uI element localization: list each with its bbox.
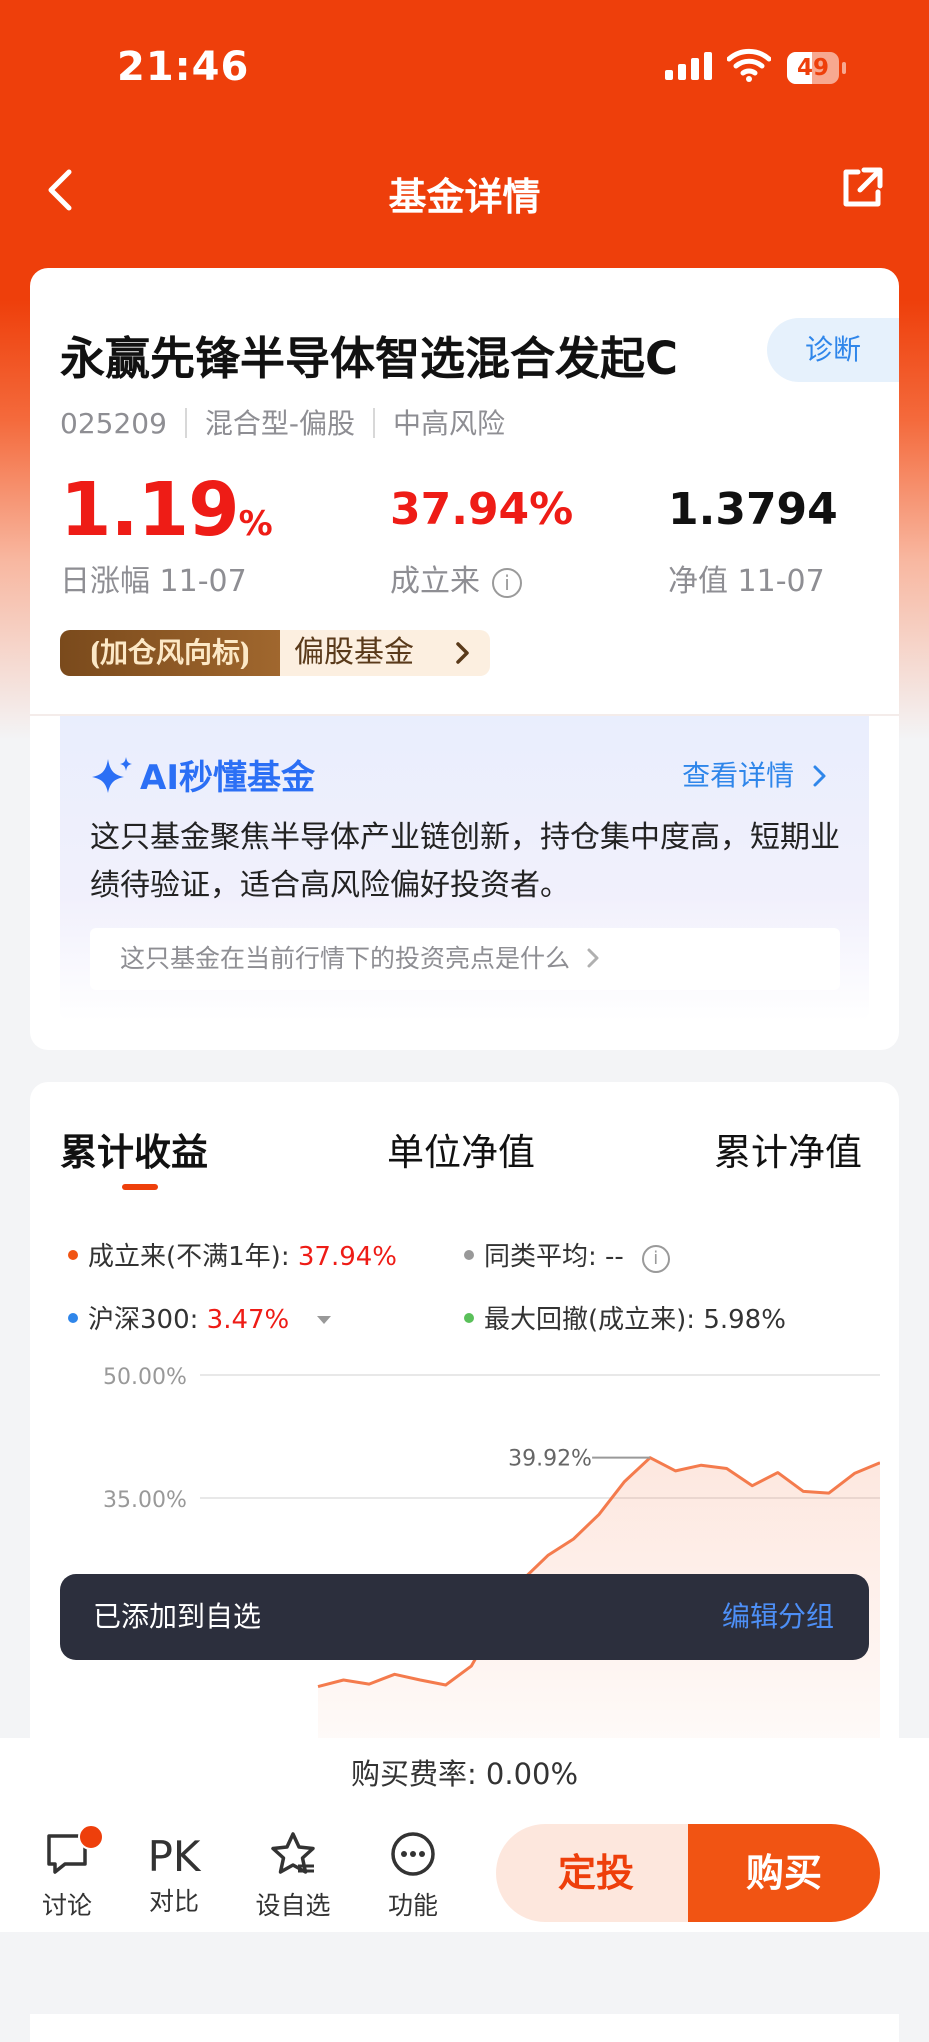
fund-meta: 025209 混合型-偏股 中高风险 bbox=[60, 402, 505, 442]
page-title: 基金详情 bbox=[388, 175, 541, 219]
functions-button[interactable]: 功能 bbox=[368, 1830, 458, 1922]
star-icon bbox=[271, 1832, 315, 1874]
ai-title: AI秒懂基金 bbox=[90, 750, 315, 799]
y-tick-label: 35.00% bbox=[103, 1488, 187, 1513]
more-icon bbox=[391, 1832, 435, 1876]
edit-group-button[interactable]: 编辑分组 bbox=[722, 1574, 834, 1660]
fund-code: 025209 bbox=[60, 407, 167, 440]
daily-change-label: 日涨幅 11-07 bbox=[60, 564, 247, 599]
since-inception-label: 成立来 bbox=[390, 564, 480, 599]
cellular-signal-icon bbox=[665, 52, 712, 80]
fund-risk: 中高风险 bbox=[393, 407, 506, 440]
ai-question-suggestion[interactable]: 这只基金在当前行情下的投资亮点是什么 bbox=[90, 928, 840, 990]
nav-label: 净值 11-07 bbox=[668, 564, 825, 599]
status-bar: 21:46 49 bbox=[0, 0, 929, 130]
buy-button[interactable]: 购买 bbox=[688, 1824, 880, 1922]
battery-level: 49 bbox=[796, 55, 829, 81]
tab-cumulative-return[interactable]: 累计收益 bbox=[60, 1122, 208, 1176]
wifi-icon bbox=[727, 48, 771, 82]
home-indicator-area bbox=[0, 1932, 929, 2014]
peak-label: 39.92% bbox=[508, 1447, 592, 1472]
diagnose-button[interactable]: 诊断 bbox=[767, 318, 899, 382]
tab-unit-nav[interactable]: 单位净值 bbox=[387, 1122, 535, 1176]
chevron-right-icon bbox=[587, 948, 599, 968]
daily-change-unit: % bbox=[238, 504, 273, 544]
bottom-action-bar: 讨论 PK 对比 设自选 功能 定投 购买 bbox=[0, 1810, 929, 1932]
toast: 已添加到自选 编辑分组 bbox=[60, 1574, 869, 1660]
return-chart[interactable]: 50.00% 35.00% 39.92% bbox=[60, 1362, 880, 1738]
legend-hs300[interactable]: 沪深300: 3.47% bbox=[68, 1299, 332, 1336]
sip-button[interactable]: 定投 bbox=[496, 1824, 696, 1922]
toast-message: 已添加到自选 bbox=[93, 1600, 262, 1633]
compare-button[interactable]: PK 对比 bbox=[129, 1830, 219, 1918]
tag-text: 偏股基金 bbox=[280, 630, 490, 676]
purchase-fee: 购买费率: 0.00% bbox=[0, 1738, 929, 1811]
notification-dot bbox=[78, 1824, 104, 1850]
battery-icon: 49 bbox=[787, 52, 839, 84]
caret-down-icon bbox=[316, 1316, 331, 1324]
y-tick-label: 50.00% bbox=[103, 1365, 187, 1390]
info-icon[interactable]: i bbox=[492, 568, 522, 598]
sparkle-icon bbox=[92, 757, 132, 793]
legend-peer-average: 同类平均: -- i bbox=[464, 1236, 670, 1273]
since-inception-stat: 37.94% 成立来 i bbox=[390, 468, 573, 600]
info-icon[interactable]: i bbox=[641, 1245, 670, 1273]
add-watchlist-button[interactable]: 设自选 bbox=[248, 1830, 338, 1922]
pk-icon: PK bbox=[147, 1832, 201, 1881]
ai-summary-box: AI秒懂基金 查看详情 这只基金聚焦半导体产业链创新，持仓集中度高，短期业绩待验… bbox=[60, 716, 869, 1021]
legend-max-drawdown: 最大回撤(成立来): 5.98% bbox=[464, 1299, 786, 1336]
since-inception-value: 37.94% bbox=[390, 484, 574, 535]
legend-since-inception: 成立来(不满1年): 37.94% bbox=[68, 1236, 397, 1273]
tag-badge: ⦗加仓风向标⦘ bbox=[60, 630, 280, 676]
nav-value: 1.3794 bbox=[668, 484, 838, 535]
active-tab-indicator bbox=[122, 1184, 158, 1190]
share-icon[interactable] bbox=[838, 164, 886, 212]
tab-cumulative-nav[interactable]: 累计净值 bbox=[714, 1122, 862, 1176]
nav-bar: 基金详情 bbox=[0, 150, 929, 230]
discuss-button[interactable]: 讨论 bbox=[22, 1824, 112, 1922]
daily-change-stat: 1.19% 日涨幅 11-07 bbox=[60, 468, 273, 600]
ai-card: AI秒懂基金 查看详情 这只基金聚焦半导体产业链创新，持仓集中度高，短期业绩待验… bbox=[30, 716, 899, 1050]
daily-change-value: 1.19 bbox=[60, 467, 240, 553]
fund-summary-card: 永赢先锋半导体智选混合发起C 诊断 025209 混合型-偏股 中高风险 1.19%… bbox=[30, 268, 899, 714]
chevron-right-icon bbox=[813, 765, 826, 787]
chart-tabs: 累计收益 单位净值 累计净值 bbox=[30, 1122, 899, 1202]
ai-summary-text: 这只基金聚焦半导体产业链创新，持仓集中度高，短期业绩待验证，适合高风险偏好投资者… bbox=[90, 820, 840, 903]
fund-name: 永赢先锋半导体智选混合发起C bbox=[60, 332, 679, 385]
fund-type: 混合型-偏股 bbox=[204, 407, 355, 440]
chevron-right-icon bbox=[456, 642, 469, 664]
ai-more-link[interactable]: 查看详情 bbox=[682, 754, 829, 794]
nav-stat: 1.3794 净值 11-07 bbox=[668, 468, 838, 600]
status-time: 21:46 bbox=[117, 44, 250, 90]
